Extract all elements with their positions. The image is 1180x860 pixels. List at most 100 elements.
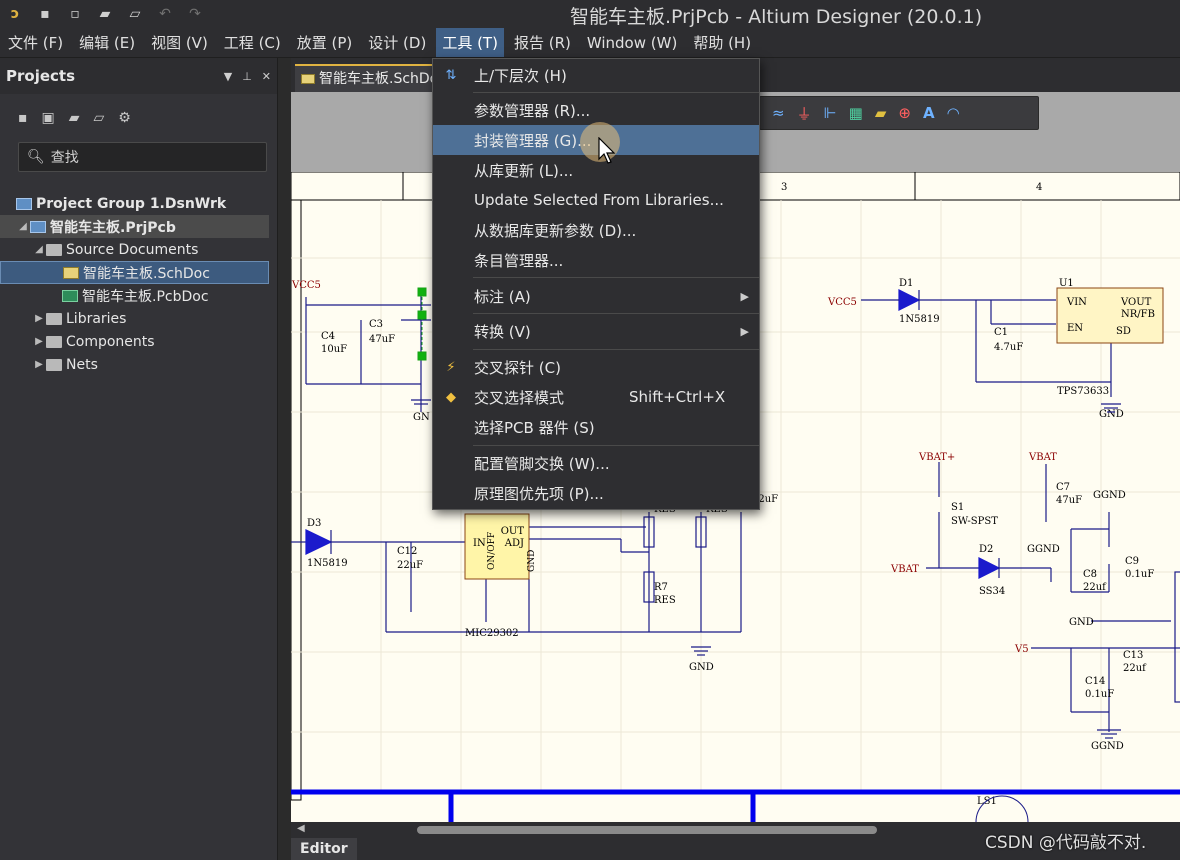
power-port-icon[interactable]: ⏚: [797, 103, 812, 124]
menu-edit[interactable]: 编辑 (E): [73, 28, 141, 57]
tab-schdoc-label: 智能车主板.SchDoc: [319, 71, 446, 87]
close-icon[interactable]: ✕: [262, 70, 271, 83]
designator-c7: C7: [1056, 482, 1070, 493]
mouse-cursor-icon: [598, 137, 616, 164]
menu-item-label: Update Selected From Libraries...: [474, 191, 724, 209]
scrollbar-thumb[interactable]: [417, 826, 877, 834]
menu-item-convert[interactable]: 转换 (V) ▶: [433, 316, 759, 346]
menu-item-annotation[interactable]: 标注 (A) ▶: [433, 281, 759, 311]
component-icon[interactable]: ▦: [849, 104, 863, 122]
value-c14: 0.1uF: [1085, 689, 1114, 700]
settings-gear-icon[interactable]: ⚙: [118, 110, 131, 126]
tree-nets[interactable]: ▶ Nets: [0, 353, 277, 376]
panel-menu-icon[interactable]: ▼: [224, 70, 232, 83]
tree-libraries[interactable]: ▶ Libraries: [0, 307, 277, 330]
arc-icon[interactable]: ◠: [947, 104, 960, 122]
menu-design[interactable]: 设计 (D): [362, 28, 432, 57]
collapsed-arrow-icon[interactable]: ▶: [32, 313, 46, 324]
menu-help[interactable]: 帮助 (H): [687, 28, 757, 57]
tree-source-documents[interactable]: ◢ Source Documents: [0, 238, 277, 261]
menu-item-label: 原理图优先项 (P)...: [474, 484, 604, 503]
compile-icon[interactable]: ▣: [42, 110, 55, 126]
menu-item-shortcut: Shift+Ctrl+X: [629, 388, 726, 406]
menu-item-label: 参数管理器 (R)...: [474, 101, 591, 120]
menu-item-label: 交叉探针 (C): [474, 358, 561, 377]
redo-icon[interactable]: ↷: [186, 6, 204, 22]
net-vbat-top: VBAT: [1028, 452, 1057, 463]
save-project-icon[interactable]: ▪: [18, 110, 28, 126]
tab-editor[interactable]: Editor: [291, 838, 357, 860]
pin-vout: VOUT: [1120, 297, 1152, 308]
open-project-folder-icon[interactable]: ▱: [94, 110, 105, 126]
undo-icon[interactable]: ↶: [156, 6, 174, 22]
menu-item-item-manager[interactable]: 条目管理器...: [433, 245, 759, 275]
menu-item-pin-swap[interactable]: 配置管脚交换 (W)...: [433, 448, 759, 478]
expand-arrow-icon[interactable]: ◢: [16, 221, 30, 232]
projects-search-input[interactable]: 🔍︎ 查找: [18, 142, 267, 172]
app-logo-icon[interactable]: ↄ: [6, 6, 24, 22]
menu-view[interactable]: 视图 (V): [145, 28, 214, 57]
project-tree: Project Group 1.DsnWrk ◢ 智能车主板.PrjPcb ◢ …: [0, 192, 277, 376]
open-project-icon[interactable]: ▱: [126, 6, 144, 22]
menu-item-label: 交叉选择模式: [474, 388, 565, 407]
tree-project-group[interactable]: Project Group 1.DsnWrk: [0, 192, 277, 215]
collapsed-arrow-icon[interactable]: ▶: [32, 336, 46, 347]
menu-item-update-selected[interactable]: Update Selected From Libraries...: [433, 185, 759, 215]
tree-components[interactable]: ▶ Components: [0, 330, 277, 353]
value-c8: 22uf: [1083, 582, 1107, 593]
net-vcc5-right: VCC5: [827, 297, 857, 308]
menu-project[interactable]: 工程 (C): [218, 28, 287, 57]
net-label-icon[interactable]: ▰: [875, 104, 887, 122]
search-placeholder: 查找: [50, 150, 79, 166]
pin-adj: ADJ: [504, 538, 524, 549]
folder-icon: [46, 358, 62, 371]
menu-item-label: 从数据库更新参数 (D)...: [474, 221, 637, 240]
expand-arrow-icon[interactable]: ◢: [32, 244, 46, 255]
menu-separator: [473, 277, 759, 278]
menu-tools[interactable]: 工具 (T): [436, 28, 504, 57]
part-u4: MIC29302: [465, 628, 519, 639]
selection-handles: [417, 287, 427, 361]
net-vbat-mid: VBAT: [890, 564, 919, 575]
schematic-doc-icon: [301, 74, 315, 84]
text-icon[interactable]: A: [923, 104, 935, 122]
value-c3: 47uF: [369, 334, 395, 345]
schematic-doc-icon: [63, 266, 79, 279]
open-document-icon[interactable]: ▰: [69, 110, 80, 126]
menu-item-update-from-database[interactable]: 从数据库更新参数 (D)...: [433, 215, 759, 245]
pcb-doc-icon: [62, 289, 78, 302]
scroll-left-icon[interactable]: ◀: [297, 823, 305, 834]
menu-separator: [473, 313, 759, 314]
tree-schdoc[interactable]: 智能车主板.SchDoc: [0, 261, 269, 284]
menu-item-parameter-manager[interactable]: 参数管理器 (R)...: [433, 95, 759, 125]
menu-item-cross-probe[interactable]: ⚡ 交叉探针 (C): [433, 352, 759, 382]
open-folder-icon[interactable]: ▰: [96, 6, 114, 22]
designator-c1: C1: [994, 327, 1008, 338]
pin-icon[interactable]: ⊥: [242, 70, 252, 83]
menu-file[interactable]: 文件 (F): [2, 28, 69, 57]
save-icon[interactable]: ▪: [36, 6, 54, 22]
part-d3: 1N5819: [307, 558, 348, 569]
menu-item-hierarchy[interactable]: ⇅ 上/下层次 (H): [433, 60, 759, 90]
bus-icon[interactable]: ⊩: [824, 104, 837, 122]
menu-item-cross-select-mode[interactable]: ◆ 交叉选择模式 Shift+Ctrl+X: [433, 382, 759, 412]
tree-project[interactable]: ◢ 智能车主板.PrjPcb: [0, 215, 269, 238]
menu-item-label: 从库更新 (L)...: [474, 161, 574, 180]
save-all-icon[interactable]: ▫: [66, 6, 84, 22]
menu-item-label: 标注 (A): [474, 287, 531, 306]
wire-icon[interactable]: ≈: [772, 104, 785, 122]
submenu-arrow-icon: ▶: [740, 324, 749, 338]
tree-project-label: 智能车主板.PrjPcb: [50, 219, 176, 236]
tree-pcbdoc[interactable]: 智能车主板.PcbDoc: [0, 284, 277, 307]
menu-item-label: 转换 (V): [474, 322, 531, 341]
menu-reports[interactable]: 报告 (R): [508, 28, 577, 57]
no-erc-icon[interactable]: ⊕: [898, 104, 911, 122]
menu-item-label: 封装管理器 (G)...: [474, 131, 592, 150]
menu-item-schematic-preferences[interactable]: 原理图优先项 (P)...: [433, 478, 759, 508]
collapsed-arrow-icon[interactable]: ▶: [32, 359, 46, 370]
pcb-project-icon: [30, 220, 46, 233]
menu-window[interactable]: Window (W): [581, 30, 683, 56]
menu-place[interactable]: 放置 (P): [291, 28, 359, 57]
menu-item-select-pcb-components[interactable]: 选择PCB 器件 (S): [433, 412, 759, 442]
folder-icon: [46, 335, 62, 348]
